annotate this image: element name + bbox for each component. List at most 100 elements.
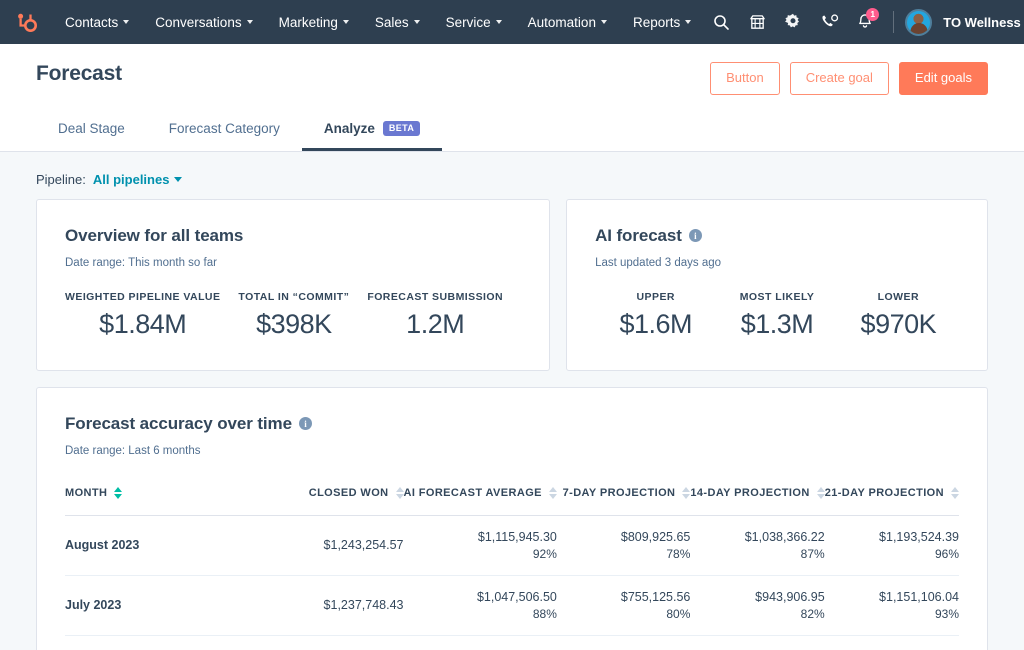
create-goal-button[interactable]: Create goal <box>789 62 889 95</box>
cell-closed-won: $1,237,748.43 <box>256 575 404 636</box>
cell-value: $1,038,366.22 <box>744 529 825 544</box>
nav-item-marketing[interactable]: Marketing <box>266 9 362 36</box>
sort-indicator-icon[interactable] <box>395 487 404 500</box>
table-header-row: MONTH CLOSED WON AI FORECAST AVERAGE 7-D… <box>65 478 959 516</box>
tab-deal-stage[interactable]: Deal Stage <box>36 111 147 151</box>
marketplace-button[interactable] <box>740 5 774 39</box>
beta-badge: BETA <box>382 120 421 136</box>
column-header-label: AI FORECAST AVERAGE <box>403 486 542 499</box>
main-nav-links: Contacts Conversations Marketing Sales S… <box>52 9 704 36</box>
cell-ai-forecast-average: $1,115,945.30 92% <box>403 515 557 576</box>
top-nav-utilities: 1 TO Wellness <box>704 5 1024 39</box>
tab-label: Forecast Category <box>168 120 280 136</box>
metric-value: $398K <box>256 308 332 339</box>
cell-month: August 2023 <box>65 515 257 576</box>
chevron-down-icon <box>246 20 253 24</box>
sort-indicator-icon[interactable] <box>816 487 825 500</box>
nav-item-label: Marketing <box>278 14 338 30</box>
nav-item-conversations[interactable]: Conversations <box>142 9 265 36</box>
cell-value: $943,906.95 <box>755 589 825 604</box>
cell-closed-won: $1,243,254.57 <box>256 515 404 576</box>
overview-card: Overview for all teams Date range: This … <box>36 198 551 371</box>
chevron-down-icon <box>495 20 502 24</box>
column-header-closed-won[interactable]: CLOSED WON <box>256 478 404 516</box>
overview-metrics: WEIGHTED PIPELINE VALUE $1.84M TOTAL IN … <box>65 291 521 340</box>
info-icon[interactable]: i <box>688 229 702 243</box>
tab-label: Analyze <box>323 120 375 136</box>
phone-icon <box>822 13 838 26</box>
cell-7-day-projection: $809,925.65 78% <box>556 515 691 576</box>
cell-value: $1,193,524.39 <box>879 529 959 544</box>
generic-button[interactable]: Button <box>710 62 780 95</box>
pipeline-filter-bar: Pipeline: All pipelines <box>36 152 988 199</box>
tab-forecast-category[interactable]: Forecast Category <box>147 111 302 151</box>
summary-cards-row: Overview for all teams Date range: This … <box>36 198 988 371</box>
overview-card-title-text: Overview for all teams <box>65 225 244 245</box>
notifications-button[interactable]: 1 <box>848 5 882 39</box>
cell-14-day-projection: $1,038,366.22 87% <box>690 515 825 576</box>
cell-14-day-projection: $943,906.95 82% <box>690 575 825 636</box>
table-row[interactable]: July 2023 $1,237,748.43 $1,047,506.50 88… <box>65 575 959 636</box>
nav-item-sales[interactable]: Sales <box>362 9 433 36</box>
column-header-label: CLOSED WON <box>308 486 389 499</box>
table-head: MONTH CLOSED WON AI FORECAST AVERAGE 7-D… <box>65 478 959 516</box>
column-header-14-day-projection[interactable]: 14-DAY PROJECTION <box>690 478 825 516</box>
cell-14-day-projection: $766,143.59 <box>690 635 825 650</box>
cell-percent: 93% <box>934 606 959 621</box>
ai-forecast-card-title-text: AI forecast <box>595 225 682 245</box>
info-icon[interactable]: i <box>298 417 312 431</box>
column-header-7-day-projection[interactable]: 7-DAY PROJECTION <box>556 478 691 516</box>
cell-percent: 87% <box>800 546 825 561</box>
overview-card-subtitle: Date range: This month so far <box>65 256 217 269</box>
metric-lower: LOWER $970K <box>838 291 959 340</box>
page-content: Pipeline: All pipelines Overview for all… <box>0 152 1024 650</box>
page-title: Forecast <box>36 62 122 85</box>
ai-forecast-card-subtitle: Last updated 3 days ago <box>595 256 722 269</box>
edit-goals-button[interactable]: Edit goals <box>898 62 988 95</box>
sort-indicator-icon[interactable] <box>951 487 959 500</box>
nav-item-label: Automation <box>527 14 596 30</box>
nav-item-service[interactable]: Service <box>433 9 515 36</box>
column-header-21-day-projection[interactable]: 21-DAY PROJECTION <box>824 478 959 516</box>
hubspot-sprocket-logo-icon[interactable] <box>12 9 38 35</box>
cell-percent: 88% <box>532 606 557 621</box>
metric-label: MOST LIKELY <box>739 290 815 303</box>
phone-button[interactable] <box>812 5 846 39</box>
user-avatar[interactable] <box>905 8 933 36</box>
metric-value: $1.6M <box>619 308 692 339</box>
sort-indicator-icon[interactable] <box>682 487 691 500</box>
pipeline-filter-dropdown[interactable]: All pipelines <box>93 172 183 187</box>
cell-value: $755,125.56 <box>620 589 691 604</box>
nav-item-reports[interactable]: Reports <box>620 9 704 36</box>
table-row[interactable]: August 2023 $1,243,254.57 $1,115,945.30 … <box>65 515 959 576</box>
tab-analyze[interactable]: Analyze BETA <box>301 111 443 151</box>
nav-item-automation[interactable]: Automation <box>515 9 620 36</box>
metric-weighted-pipeline-value: WEIGHTED PIPELINE VALUE $1.84M <box>65 291 238 340</box>
cell-7-day-projection: $755,125.56 80% <box>556 575 691 636</box>
pipeline-filter-value: All pipelines <box>92 171 170 187</box>
search-button[interactable] <box>704 5 738 39</box>
column-header-label: 21-DAY PROJECTION <box>824 486 944 499</box>
nav-item-contacts[interactable]: Contacts <box>52 9 142 36</box>
nav-item-label: Reports <box>632 14 681 30</box>
column-header-month[interactable]: MONTH <box>65 478 257 516</box>
top-navigation-bar: Contacts Conversations Marketing Sales S… <box>0 0 1024 44</box>
metric-label: LOWER <box>877 290 919 303</box>
metric-total-in-commit: TOTAL IN “COMMIT” $398K <box>238 291 367 340</box>
forecast-accuracy-title: Forecast accuracy over time i <box>65 414 959 434</box>
chevron-down-icon <box>600 20 607 24</box>
sort-indicator-icon[interactable] <box>548 487 557 500</box>
table-row[interactable]: June 2023 $1,315,945.71 $922,609.54 $566… <box>65 635 959 650</box>
metric-label: UPPER <box>636 290 675 303</box>
forecast-accuracy-card: Forecast accuracy over time i Date range… <box>36 386 988 650</box>
cell-ai-forecast-average: $1,047,506.50 88% <box>403 575 557 636</box>
account-menu[interactable]: TO Wellness <box>943 15 1024 30</box>
marketplace-icon <box>749 14 765 29</box>
settings-button[interactable] <box>776 5 810 39</box>
ai-forecast-card-title: AI forecast i <box>595 226 959 246</box>
column-header-label: MONTH <box>65 486 108 499</box>
sort-indicator-icon[interactable] <box>114 487 123 500</box>
metric-upper: UPPER $1.6M <box>595 291 716 340</box>
column-header-ai-forecast-average[interactable]: AI FORECAST AVERAGE <box>403 478 557 516</box>
metric-value: $1.3M <box>740 308 814 339</box>
